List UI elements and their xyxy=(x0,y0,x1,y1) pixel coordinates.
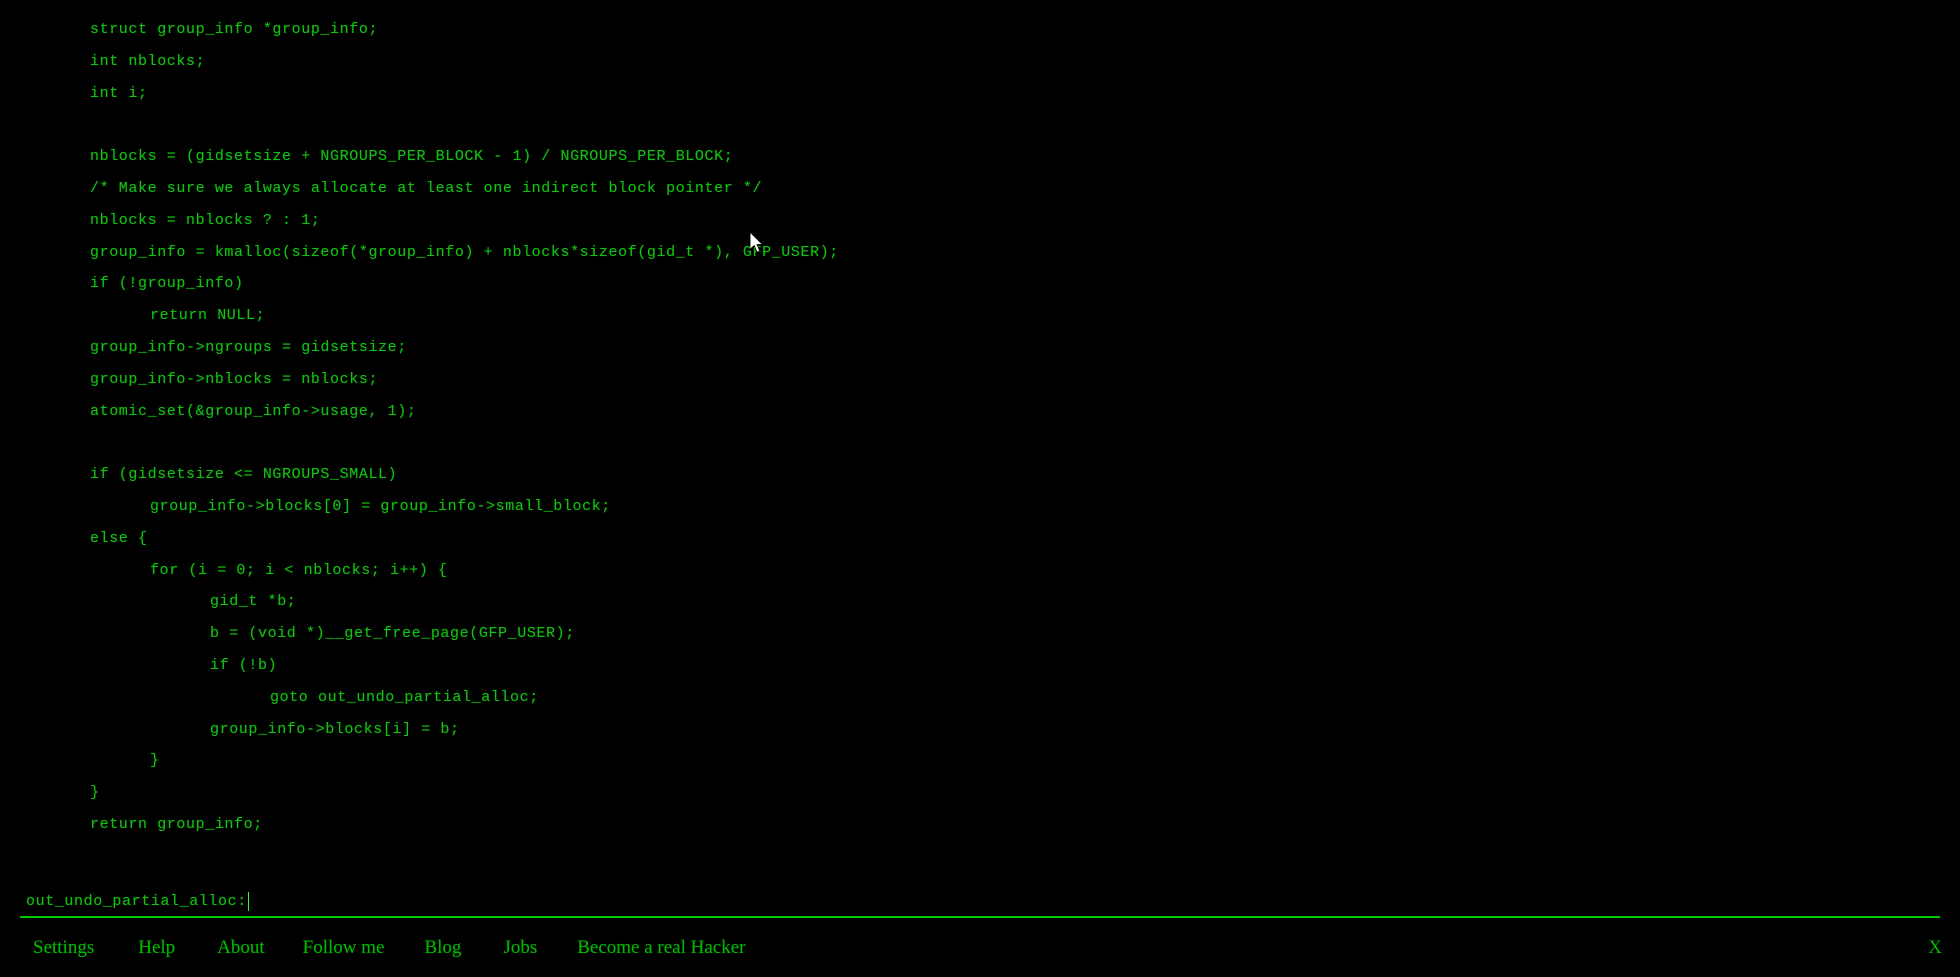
footer-link-become-a-real-hacker[interactable]: Become a real Hacker xyxy=(577,937,745,959)
footer-link-about[interactable]: About xyxy=(217,937,265,959)
code-line: group_info->blocks[i] = b; xyxy=(210,720,460,738)
code-line: else { xyxy=(90,529,148,547)
footer-link-follow-me[interactable]: Follow me xyxy=(303,937,385,959)
code-line: } xyxy=(90,784,100,802)
code-line: for (i = 0; i < nblocks; i++) { xyxy=(150,561,448,579)
code-line: nblocks = (gidsetsize + NGROUPS_PER_BLOC… xyxy=(90,148,734,166)
hacker-typer-screen: struct group_info *group_info; int nbloc… xyxy=(0,0,1960,977)
code-line: b = (void *)__get_free_page(GFP_USER); xyxy=(210,625,575,643)
code-line: if (!group_info) xyxy=(90,275,244,293)
footer-link-settings[interactable]: Settings xyxy=(33,937,94,959)
footer-nav: Settings Help About Follow me Blog Jobs … xyxy=(0,928,1960,977)
code-editor-area[interactable]: struct group_info *group_info; int nbloc… xyxy=(0,0,1960,875)
command-input-row[interactable]: out_undo_partial_alloc: xyxy=(0,886,1960,916)
code-line: atomic_set(&group_info->usage, 1); xyxy=(90,402,417,420)
footer-link-jobs[interactable]: Jobs xyxy=(503,937,537,959)
code-line: int nblocks; xyxy=(90,52,206,70)
code-line: goto out_undo_partial_alloc; xyxy=(270,688,539,706)
footer-divider-line xyxy=(20,916,1940,918)
command-input-value: out_undo_partial_alloc: xyxy=(26,892,247,910)
code-line: if (!b) xyxy=(210,656,278,674)
footer-link-help[interactable]: Help xyxy=(138,937,175,959)
code-line-comment: /* Make sure we always allocate at least… xyxy=(90,179,763,197)
code-line: group_info->blocks[0] = group_info->smal… xyxy=(150,497,611,515)
code-line: group_info = kmalloc(sizeof(*group_info)… xyxy=(90,243,839,261)
code-line: gid_t *b; xyxy=(210,593,297,611)
code-line: struct group_info *group_info; xyxy=(90,21,379,38)
footer-link-blog[interactable]: Blog xyxy=(424,937,461,959)
code-line: return group_info; xyxy=(90,815,263,833)
code-line: group_info->ngroups = gidsetsize; xyxy=(90,338,407,356)
code-line: group_info->nblocks = nblocks; xyxy=(90,370,379,388)
code-line: int i; xyxy=(90,84,148,102)
code-line: return NULL; xyxy=(150,307,266,325)
close-button[interactable]: X xyxy=(1928,937,1942,959)
text-caret xyxy=(247,891,249,911)
code-line: nblocks = nblocks ? : 1; xyxy=(90,211,321,229)
code-line: } xyxy=(150,752,160,770)
code-line: if (gidsetsize <= NGROUPS_SMALL) xyxy=(90,466,398,484)
